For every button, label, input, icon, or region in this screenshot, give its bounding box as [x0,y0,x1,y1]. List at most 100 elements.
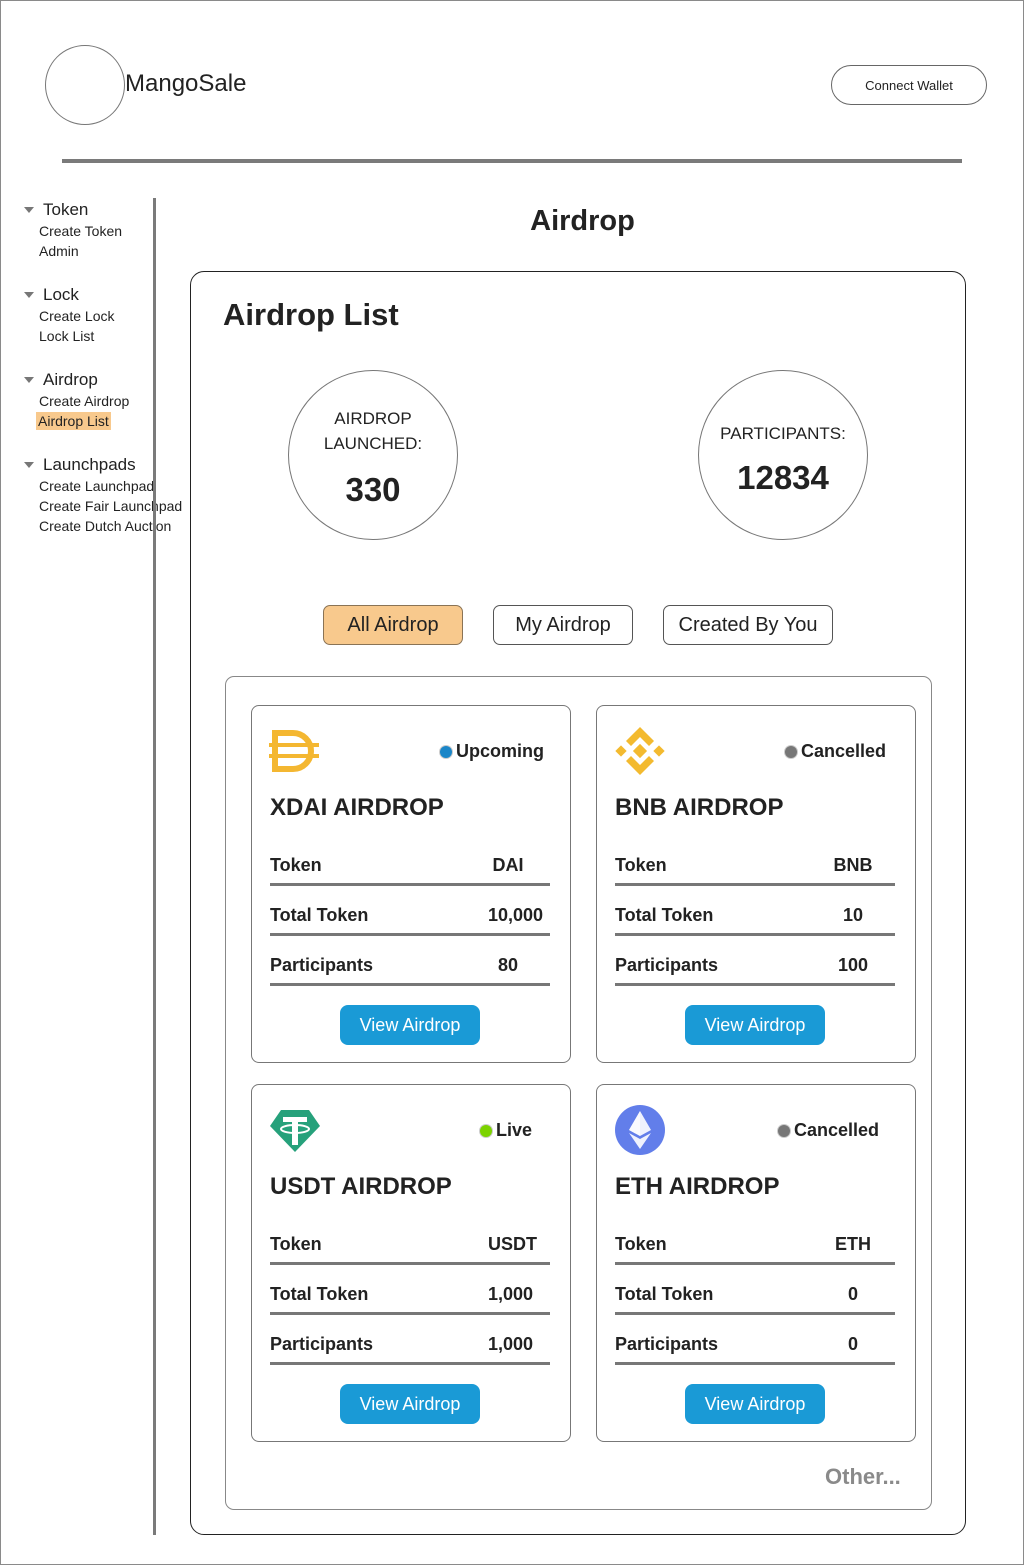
card-row: Participants 1,000 [270,1325,550,1365]
sidebar-group-lock[interactable]: Lock [24,285,79,305]
airdrop-card: Upcoming XDAI AIRDROP Token DAI Total Tok… [251,705,571,1063]
status-dot [778,1124,790,1137]
view-airdrop-button[interactable]: View Airdrop [685,1005,825,1045]
header-divider [62,159,962,163]
sidebar-item-create-dutch-auction[interactable]: Create Dutch Auction [39,517,171,535]
status-badge: Upcoming [440,741,544,762]
row-label: Token [270,1234,322,1254]
caret-down-icon [24,292,34,298]
stat-label: LAUNCHED: [323,434,423,453]
status-dot [440,745,452,758]
card-title: ETH AIRDROP [615,1173,780,1200]
logo[interactable] [45,45,125,125]
row-value: BNB [833,855,873,875]
row-value: 10 [842,905,864,925]
card-row: Total Token 10 [615,896,895,936]
view-airdrop-button[interactable]: View Airdrop [340,1005,480,1045]
sidebar-item-lock-list[interactable]: Lock List [39,327,94,345]
sidebar-divider [153,198,156,1535]
row-value: 0 [847,1334,858,1354]
eth-icon [615,1105,665,1155]
sidebar-item-airdrop-list[interactable]: Airdrop List [36,412,111,430]
row-value: ETH [835,1234,871,1254]
bnb-icon [615,727,665,775]
tab-my-airdrop[interactable]: My Airdrop [493,605,633,645]
connect-wallet-button[interactable]: Connect Wallet [831,65,987,105]
brand-name[interactable]: MangoSale [125,70,246,98]
row-value: 100 [837,955,869,975]
other-link[interactable]: Other... [825,1464,901,1490]
sidebar-item-create-launchpad[interactable]: Create Launchpad [39,477,154,495]
row-value: DAI [492,855,524,875]
caret-down-icon [24,207,34,213]
card-row: Total Token 1,000 [270,1275,550,1315]
row-label: Token [270,855,322,875]
tab-created-by-you[interactable]: Created By You [663,605,833,645]
view-airdrop-button[interactable]: View Airdrop [340,1384,480,1424]
status-text: Live [496,1120,533,1140]
view-airdrop-button[interactable]: View Airdrop [685,1384,825,1424]
status-badge: Cancelled [785,741,886,762]
card-row: Participants 100 [615,946,895,986]
row-label: Token [615,855,667,875]
sidebar-group-title: Lock [43,285,79,304]
card-row: Token ETH [615,1225,895,1265]
sidebar-item-create-lock[interactable]: Create Lock [39,307,114,325]
status-text: Cancelled [794,1120,880,1140]
stat-value: 12834 [737,459,829,496]
tab-all-airdrop[interactable]: All Airdrop [323,605,463,645]
caret-down-icon [24,377,34,383]
row-value: USDT [488,1234,537,1254]
row-label: Participants [270,1334,374,1354]
status-text: Upcoming [456,741,544,761]
row-value: 1,000 [488,1284,534,1304]
status-badge: Cancelled [778,1120,879,1141]
row-label: Participants [615,955,719,975]
sidebar-item-create-airdrop[interactable]: Create Airdrop [39,392,129,410]
card-row: Participants 0 [615,1325,895,1365]
usdt-icon [270,1110,320,1152]
stat-label: PARTICIPANTS: [720,424,846,443]
status-dot [480,1124,492,1137]
row-label: Token [615,1234,667,1254]
card-row: Total Token 0 [615,1275,895,1315]
sidebar-item-create-token[interactable]: Create Token [39,222,122,240]
sidebar-group-token[interactable]: Token [24,200,88,220]
row-label: Total Token [270,1284,369,1304]
status-badge: Live [480,1120,532,1141]
dai-icon [269,730,319,772]
stat-participants: PARTICIPANTS: 12834 [698,370,868,540]
sidebar-group-launchpads[interactable]: Launchpads [24,455,136,475]
card-row: Participants 80 [270,946,550,986]
airdrop-card: Cancelled ETH AIRDROP Token ETH Total Tok… [596,1084,916,1442]
row-value: 80 [497,955,519,975]
card-title: USDT AIRDROP [270,1173,452,1200]
card-row: Token BNB [615,846,895,886]
status-dot [785,745,797,758]
sidebar-group-title: Launchpads [43,455,136,474]
card-row: Token DAI [270,846,550,886]
row-label: Total Token [270,905,369,925]
row-label: Total Token [615,1284,714,1304]
sidebar-item-create-fair-launchpad[interactable]: Create Fair Launchpad [39,497,182,515]
sidebar-group-title: Airdrop [43,370,98,389]
row-value: 10,000 [488,905,544,925]
row-label: Participants [270,955,374,975]
sidebar-group-airdrop[interactable]: Airdrop [24,370,98,390]
status-text: Cancelled [801,741,887,761]
airdrop-card: Cancelled BNB AIRDROP Token BNB Total Tok… [596,705,916,1063]
airdrop-card: Live USDT AIRDROP Token USDT Total Token 1… [251,1084,571,1442]
card-row: Token USDT [270,1225,550,1265]
sidebar-group-title: Token [43,200,89,219]
row-value: 1,000 [488,1334,534,1354]
stat-label: AIRDROP [334,409,412,428]
stat-airdrop-launched: AIRDROP LAUNCHED: 330 [288,370,458,540]
row-value: 0 [847,1284,858,1304]
sidebar-item-admin[interactable]: Admin [39,242,79,260]
row-label: Total Token [615,905,714,925]
card-row: Total Token 10,000 [270,896,550,936]
row-label: Participants [615,1334,719,1354]
card-title: XDAI AIRDROP [270,794,444,821]
stat-value: 330 [345,471,401,508]
panel-title: Airdrop List [223,297,399,332]
